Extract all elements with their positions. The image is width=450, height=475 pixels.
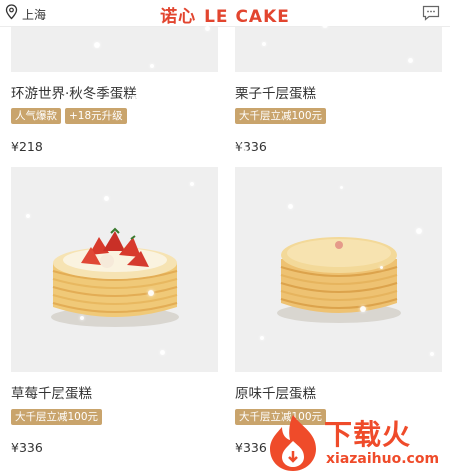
snowflake	[288, 204, 293, 209]
snowflake	[160, 350, 165, 355]
snowflake	[360, 306, 366, 312]
product-image[interactable]	[235, 167, 442, 372]
product-tags: 人气爆款 +18元升级	[11, 108, 127, 124]
snowflake	[416, 228, 422, 234]
product-price: ¥218	[11, 139, 43, 154]
watermark-text: 下载火	[324, 418, 412, 451]
brand-en: LE CAKE	[204, 7, 290, 27]
snowflake	[150, 64, 154, 68]
snowflake	[262, 42, 266, 46]
snowflake	[60, 392, 65, 397]
product-tag: 人气爆款	[11, 108, 61, 124]
snowflake	[322, 22, 328, 28]
product-tag: +18元升级	[65, 108, 127, 124]
product-image[interactable]	[11, 167, 218, 372]
snowflake	[94, 42, 100, 48]
snowflake	[340, 186, 343, 189]
snowflake	[408, 58, 413, 63]
snowflake	[240, 144, 243, 147]
flame-icon	[270, 415, 316, 471]
product-tags: 大千层立减100元	[235, 108, 327, 124]
snowflake	[430, 352, 434, 356]
message-icon[interactable]	[422, 5, 440, 21]
product-tag: 大千层立减100元	[235, 108, 327, 124]
product-tags: 大千层立减100元	[11, 409, 103, 425]
snowflake	[148, 290, 154, 296]
snowflake	[178, 118, 183, 123]
snowflake	[380, 266, 383, 269]
snowflake	[300, 384, 305, 389]
watermark-url: xiazaihuo.com	[326, 451, 440, 467]
snowflake	[260, 336, 264, 340]
product-title[interactable]: 草莓千层蛋糕	[11, 382, 92, 402]
snowflake	[80, 316, 84, 320]
product-price: ¥336	[11, 440, 43, 455]
snowflake	[190, 182, 194, 186]
snowflake	[114, 434, 119, 439]
product-tag: 大千层立减100元	[11, 409, 103, 425]
snowflake	[64, 126, 67, 129]
snowflake	[132, 96, 136, 100]
watermark-logo: 下载火 xiazaihuo.com	[262, 411, 442, 473]
app-header: 上海 诺心 LE CAKE	[0, 0, 450, 27]
snowflake	[26, 214, 30, 218]
product-title[interactable]: 环游世界·秋冬季蛋糕	[11, 82, 137, 102]
snowflake	[243, 150, 248, 155]
product-title[interactable]: 栗子千层蛋糕	[235, 82, 316, 102]
snowflake	[205, 26, 210, 31]
snowflake	[104, 196, 109, 201]
snowflake	[34, 452, 38, 456]
brand-cn: 诺心	[160, 7, 197, 27]
brand-logo: 诺心 LE CAKE	[0, 2, 450, 27]
